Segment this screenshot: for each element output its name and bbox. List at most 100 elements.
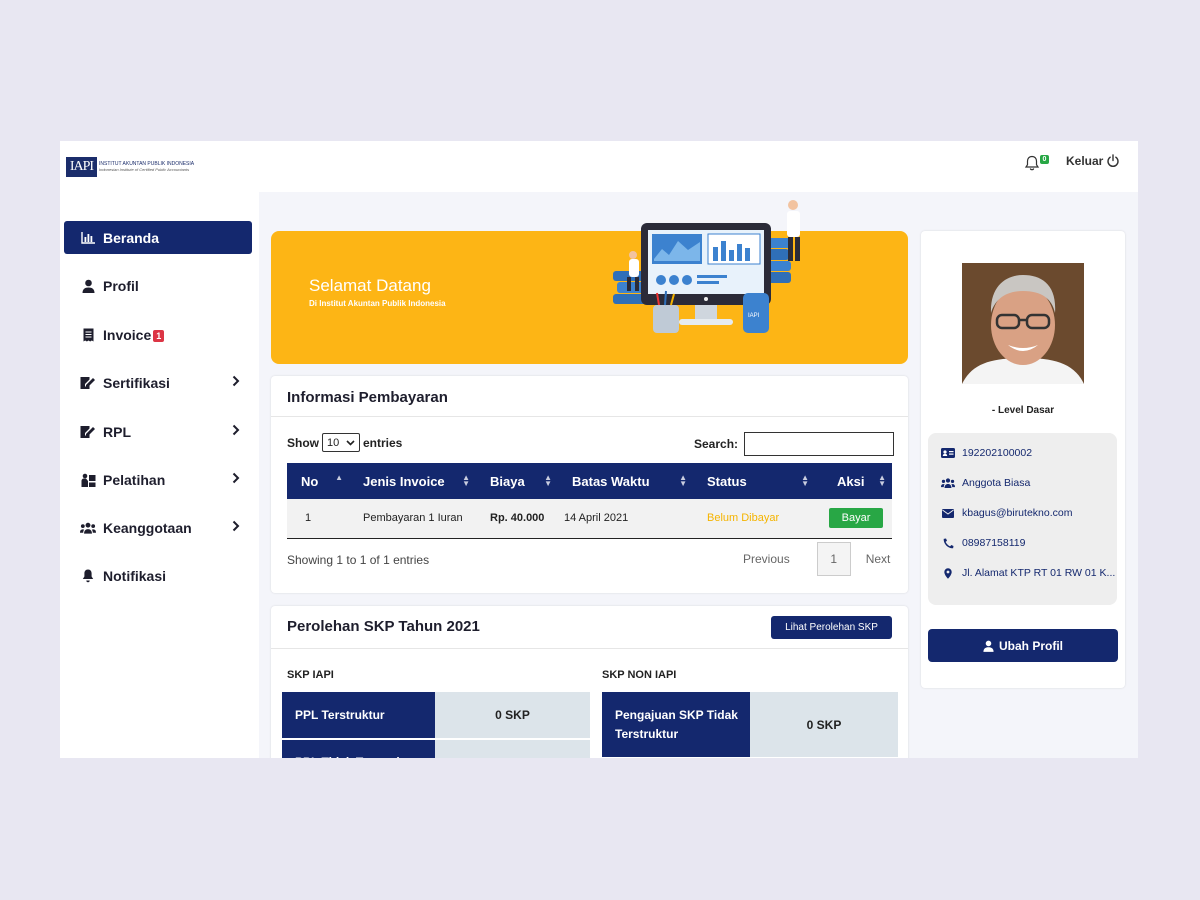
map-marker-icon (941, 567, 955, 579)
skp-row-value: 0 SKP (435, 739, 590, 758)
email-row: kbagus@birutekno.com (941, 507, 1072, 519)
cell-status: Belum Dibayar (693, 499, 815, 539)
sort-icon: ▲ ▼ (462, 473, 470, 488)
member-id: 192202100002 (962, 447, 1033, 459)
invoice-table: No ▲ Jenis Invoice ▲ ▼ Biaya ▲ ▼ Batas Waktu ▲… (287, 463, 892, 539)
member-level: - Level Dasar (991, 405, 1055, 416)
payment-info-card: Informasi Pembayaran Show 10 entries Sea… (271, 376, 908, 593)
column-header-status[interactable]: Status ▲ ▼ (693, 463, 815, 499)
sidebar-item-label: Keanggotaan (103, 519, 192, 536)
sidebar-item-sertifikasi[interactable]: Sertifikasi (64, 366, 252, 399)
power-icon (1107, 154, 1120, 168)
pay-button[interactable]: Bayar (829, 508, 883, 529)
cell-batas-waktu: 14 April 2021 (558, 499, 693, 539)
column-header-jenis-invoice[interactable]: Jenis Invoice ▲ ▼ (349, 463, 476, 499)
search-label: Search: (694, 437, 739, 451)
member-type-row: Anggota Biasa (941, 477, 1030, 489)
edit-profile-label: Ubah Profil (998, 638, 1063, 653)
sidebar-item-label: Pelatihan (103, 471, 166, 488)
top-bar: IAPI INSTITUT AKUNTAN PUBLIK INDONESIA I… (60, 141, 1138, 192)
mug-label: IAPI (748, 313, 760, 319)
avatar (962, 263, 1084, 384)
next-page-button[interactable]: Next (866, 552, 891, 566)
table-header-row: No ▲ Jenis Invoice ▲ ▼ Biaya ▲ ▼ Batas Waktu ▲… (287, 463, 892, 499)
notification-count-badge: 0 (1040, 155, 1049, 164)
sidebar-item-rpl[interactable]: RPL (64, 415, 252, 448)
profile-card: - Level Dasar 192202100002 Anggota Biasa… (921, 231, 1125, 688)
column-header-no[interactable]: No ▲ (287, 463, 349, 499)
edit-profile-button[interactable]: Ubah Profil (928, 629, 1118, 662)
sidebar-item-pelatihan[interactable]: Pelatihan (64, 463, 252, 496)
member-phone: 08987158119 (962, 537, 1026, 549)
entries-label: entries (363, 435, 403, 450)
sidebar-item-keanggotaan[interactable]: Keanggotaan (64, 511, 252, 544)
sidebar-item-invoice[interactable]: Invoice 1 (64, 318, 252, 351)
users-icon (941, 478, 955, 488)
bell-icon (1024, 155, 1040, 171)
sidebar-item-beranda[interactable]: Beranda (64, 221, 252, 254)
entries-select[interactable]: 10 (322, 433, 360, 452)
chart-icon (80, 230, 96, 246)
table-search: Search: (694, 432, 895, 456)
logout-label: Keluar (1066, 154, 1104, 168)
cell-aksi: Bayar (815, 499, 892, 539)
sidebar-item-notifikasi[interactable]: Notifikasi (64, 559, 252, 592)
sidebar-item-label: Notifikasi (103, 567, 167, 584)
logout-button[interactable]: Keluar (1066, 154, 1120, 168)
sidebar-item-label: Profil (103, 277, 139, 294)
column-header-biaya[interactable]: Biaya ▲ ▼ (476, 463, 558, 499)
show-label: Show (287, 435, 319, 450)
payment-card-header: Informasi Pembayaran (271, 376, 908, 417)
iapi-logo[interactable]: IAPI INSTITUT AKUNTAN PUBLIK INDONESIA I… (66, 157, 194, 177)
user-icon (80, 278, 96, 294)
entries-select-value: 10 (327, 436, 340, 449)
sidebar-item-label: Invoice (103, 326, 152, 343)
table-row: 1 Pembayaran 1 Iuran Rp. 40.000 14 April… (287, 499, 892, 539)
sidebar-item-profil[interactable]: Profil (64, 269, 252, 302)
member-id-row: 192202100002 (941, 447, 1032, 459)
envelope-icon (941, 508, 955, 518)
cell-no: 1 (287, 499, 349, 539)
logo-mark: IAPI (66, 157, 97, 177)
banner-title: Selamat Datang (309, 276, 431, 295)
bell-icon (80, 568, 96, 584)
id-card-icon (941, 448, 955, 458)
chevron-right-icon (232, 424, 240, 436)
table-row: PPL Terstruktur 0 SKP (282, 692, 590, 740)
skp-card: Perolehan SKP Tahun 2021 Lihat Perolehan… (271, 606, 908, 758)
sort-icon: ▲ ▼ (679, 473, 687, 488)
table-info: Showing 1 to 1 of 1 entries (287, 553, 430, 567)
banner-subtitle: Di Institut Akuntan Publik Indonesia (309, 299, 446, 308)
sidebar: Beranda Profil Invoice 1 Sertifikasi RPL… (60, 192, 259, 758)
sidebar-item-label: RPL (103, 423, 131, 440)
member-info-box: 192202100002 Anggota Biasa kbagus@birute… (928, 433, 1117, 605)
chevron-right-icon (232, 472, 240, 484)
phone-icon (941, 538, 955, 549)
sidebar-item-label: Sertifikasi (103, 374, 170, 391)
cell-jenis-invoice: Pembayaran 1 Iuran (349, 499, 476, 539)
user-icon (983, 640, 994, 652)
sidebar-item-label: Beranda (103, 229, 160, 246)
page-1-button[interactable]: 1 (816, 542, 851, 576)
edit-icon (80, 424, 96, 440)
column-header-aksi[interactable]: Aksi ▲ ▼ (815, 463, 892, 499)
search-input[interactable] (744, 432, 895, 456)
chevron-down-icon (346, 439, 355, 446)
logo-text: INSTITUT AKUNTAN PUBLIK INDONESIA Indone… (99, 161, 194, 173)
view-skp-button[interactable]: Lihat Perolehan SKP (771, 616, 892, 639)
skp-non-iapi-table: Pengajuan SKP Tidak Terstruktur 0 SKP (602, 692, 898, 758)
chevron-right-icon (232, 375, 240, 387)
skp-row-label: PPL Tidak Terstruktur (282, 739, 435, 758)
previous-page-button[interactable]: Previous (743, 552, 790, 566)
member-type: Anggota Biasa (962, 477, 1031, 489)
logo-tagline: Indonesian Institute of Certified Public… (99, 167, 190, 172)
table-row: Pengajuan SKP Tidak Terstruktur 0 SKP (602, 692, 898, 758)
column-header-batas-waktu[interactable]: Batas Waktu ▲ ▼ (558, 463, 693, 499)
member-address: Jl. Alamat KTP RT 01 RW 01 K... (962, 567, 1116, 579)
table-row: PPL Tidak Terstruktur 0 SKP (282, 739, 590, 758)
skp-iapi-table: PPL Terstruktur 0 SKP PPL Tidak Terstruk… (282, 692, 590, 758)
receipt-icon (80, 327, 96, 343)
phone-row: 08987158119 (941, 537, 1025, 549)
notification-bell-button[interactable]: 0 (1024, 153, 1049, 173)
entries-length-control: Show 10 entries (287, 433, 402, 452)
